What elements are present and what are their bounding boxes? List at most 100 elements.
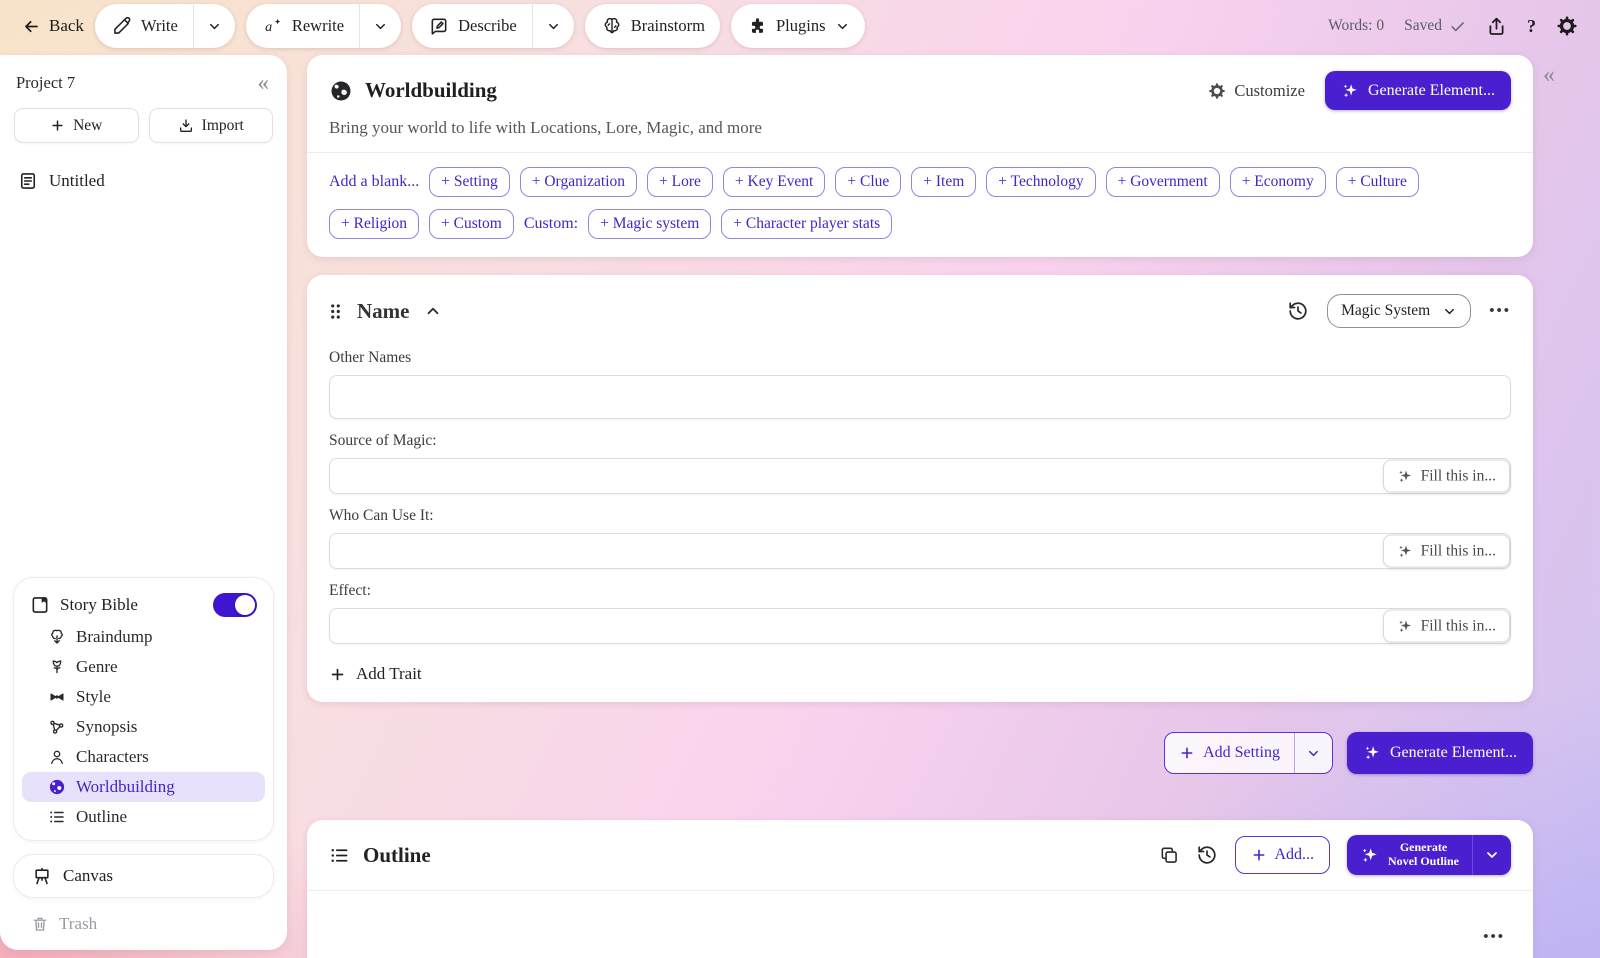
- gear-icon[interactable]: [1556, 15, 1578, 37]
- outline-header: Outline Add... Generate Novel Outline: [307, 820, 1533, 891]
- collapse-chevron-up-icon[interactable]: [424, 302, 442, 320]
- rewrite-dropdown-chevron[interactable]: [360, 4, 401, 48]
- story-bible-toggle[interactable]: [213, 593, 257, 617]
- outline-title: Outline: [363, 842, 431, 867]
- field-effect: Effect: Fill this in...: [329, 582, 1511, 644]
- pen-icon: [112, 16, 132, 36]
- sidebar-item-genre[interactable]: Genre: [22, 652, 265, 682]
- generate-novel-outline-dropdown-chevron[interactable]: [1473, 835, 1511, 875]
- chip-organization[interactable]: + Organization: [519, 167, 637, 197]
- chip-magic-system[interactable]: + Magic system: [588, 209, 712, 239]
- plus-icon: [1179, 745, 1195, 761]
- chip-religion[interactable]: + Religion: [329, 209, 420, 239]
- chip-clue[interactable]: + Clue: [835, 167, 902, 197]
- page-subtitle: Bring your world to life with Locations,…: [329, 118, 762, 137]
- sparkles-icon: [1397, 618, 1413, 634]
- fill-this-in-label: Fill this in...: [1420, 542, 1496, 559]
- add-setting-dropdown-chevron[interactable]: [1295, 733, 1332, 773]
- chip-character-player-stats[interactable]: + Character player stats: [721, 209, 893, 239]
- generate-element-button[interactable]: Generate Element...: [1324, 71, 1511, 110]
- plugins-label: Plugins: [775, 16, 826, 35]
- outline-add-button[interactable]: Add...: [1235, 836, 1330, 874]
- story-bible-item[interactable]: Story Bible: [22, 588, 265, 622]
- describe-button[interactable]: Describe: [412, 4, 532, 48]
- generate-element-button-footer[interactable]: Generate Element...: [1346, 732, 1533, 774]
- chip-economy[interactable]: + Economy: [1229, 167, 1326, 197]
- outline-more-options-icon[interactable]: •••: [1483, 929, 1505, 946]
- canvas-label: Canvas: [63, 866, 114, 885]
- plus-icon: [1251, 847, 1267, 863]
- top-toolbar: Back Write a Rewrite Describe Brainstorm…: [0, 0, 1600, 52]
- add-setting-button[interactable]: Add Setting: [1165, 733, 1294, 773]
- customize-label: Customize: [1234, 80, 1305, 100]
- history-icon[interactable]: [1287, 300, 1309, 322]
- source-of-magic-input[interactable]: [329, 458, 1511, 494]
- outline-card: Outline Add... Generate Novel Outline ••…: [307, 820, 1533, 958]
- sidebar-item-outline[interactable]: Outline: [22, 802, 265, 832]
- chip-setting[interactable]: + Setting: [429, 167, 510, 197]
- plugins-button[interactable]: Plugins: [731, 4, 865, 48]
- story-bible-card: Story Bible Braindump Genre Style Synops…: [13, 577, 274, 841]
- right-panel-collapse-icon[interactable]: «: [1543, 62, 1555, 89]
- element-type-selector[interactable]: Magic System: [1327, 294, 1472, 328]
- add-blank-button[interactable]: Add a blank...: [329, 173, 419, 191]
- sidebar-item-worldbuilding[interactable]: Worldbuilding: [22, 772, 265, 802]
- fill-this-in-button[interactable]: Fill this in...: [1382, 609, 1510, 643]
- toggle-knob: [235, 595, 255, 615]
- sidebar-item-braindump[interactable]: Braindump: [22, 622, 265, 652]
- chevron-down-icon: [373, 19, 388, 34]
- rewrite-button[interactable]: a Rewrite: [246, 4, 359, 48]
- chip-custom[interactable]: + Custom: [429, 209, 514, 239]
- who-can-use-it-input[interactable]: [329, 533, 1511, 569]
- drag-handle-icon[interactable]: [329, 303, 342, 320]
- more-options-icon[interactable]: •••: [1489, 303, 1511, 320]
- trash-icon: [31, 915, 49, 933]
- left-sidebar: Project 7 « New Import Untitled Story Bi…: [0, 55, 287, 950]
- other-names-input[interactable]: [329, 375, 1511, 419]
- generate-novel-outline-button[interactable]: Generate Novel Outline: [1347, 835, 1472, 875]
- chip-item[interactable]: + Item: [911, 167, 977, 197]
- write-button[interactable]: Write: [95, 4, 193, 48]
- plus-icon: [50, 118, 65, 133]
- new-document-button[interactable]: New: [14, 108, 139, 143]
- generate-element-label: Generate Element...: [1367, 81, 1495, 99]
- document-item[interactable]: Untitled: [0, 163, 287, 199]
- sidebar-item-label: Worldbuilding: [76, 777, 175, 796]
- fill-this-in-button[interactable]: Fill this in...: [1382, 534, 1510, 568]
- help-button[interactable]: ?: [1527, 16, 1536, 37]
- element-type-value: Magic System: [1341, 302, 1431, 319]
- document-icon: [18, 171, 38, 191]
- copy-icon[interactable]: [1159, 845, 1179, 865]
- sidebar-collapse-icon[interactable]: «: [258, 71, 270, 94]
- rewrite-button-group: a Rewrite: [245, 4, 402, 48]
- brainstorm-button[interactable]: Brainstorm: [585, 4, 720, 48]
- import-button[interactable]: Import: [148, 108, 273, 143]
- trash-label: Trash: [59, 914, 98, 933]
- app-page: Back Write a Rewrite Describe Brainstorm…: [0, 0, 1600, 958]
- describe-dropdown-chevron[interactable]: [533, 4, 574, 48]
- import-icon: [178, 118, 194, 134]
- history-icon[interactable]: [1196, 844, 1218, 866]
- sidebar-item-synopsis[interactable]: Synopsis: [22, 712, 265, 742]
- trash-item[interactable]: Trash: [13, 914, 274, 934]
- chevron-down-icon: [207, 19, 222, 34]
- fill-this-in-button[interactable]: Fill this in...: [1382, 459, 1510, 493]
- canvas-item[interactable]: Canvas: [13, 854, 274, 898]
- back-button[interactable]: Back: [22, 16, 84, 36]
- sidebar-item-style[interactable]: Style: [22, 682, 265, 712]
- write-dropdown-chevron[interactable]: [194, 4, 235, 48]
- sidebar-item-characters[interactable]: Characters: [22, 742, 265, 772]
- chip-technology[interactable]: + Technology: [986, 167, 1096, 197]
- add-trait-button[interactable]: Add Trait: [329, 664, 1511, 684]
- gear-icon: [1208, 82, 1226, 100]
- element-type-chips: Add a blank... + Setting + Organization …: [307, 152, 1533, 257]
- share-icon[interactable]: [1486, 16, 1507, 37]
- chip-key-event[interactable]: + Key Event: [722, 167, 826, 197]
- chip-government[interactable]: + Government: [1105, 167, 1220, 197]
- chip-culture[interactable]: + Culture: [1335, 167, 1419, 197]
- effect-input[interactable]: [329, 608, 1511, 644]
- chip-lore[interactable]: + Lore: [647, 167, 713, 197]
- customize-button[interactable]: Customize: [1208, 81, 1305, 101]
- chevron-down-icon: [1442, 304, 1457, 319]
- sidebar-item-label: Synopsis: [76, 717, 138, 736]
